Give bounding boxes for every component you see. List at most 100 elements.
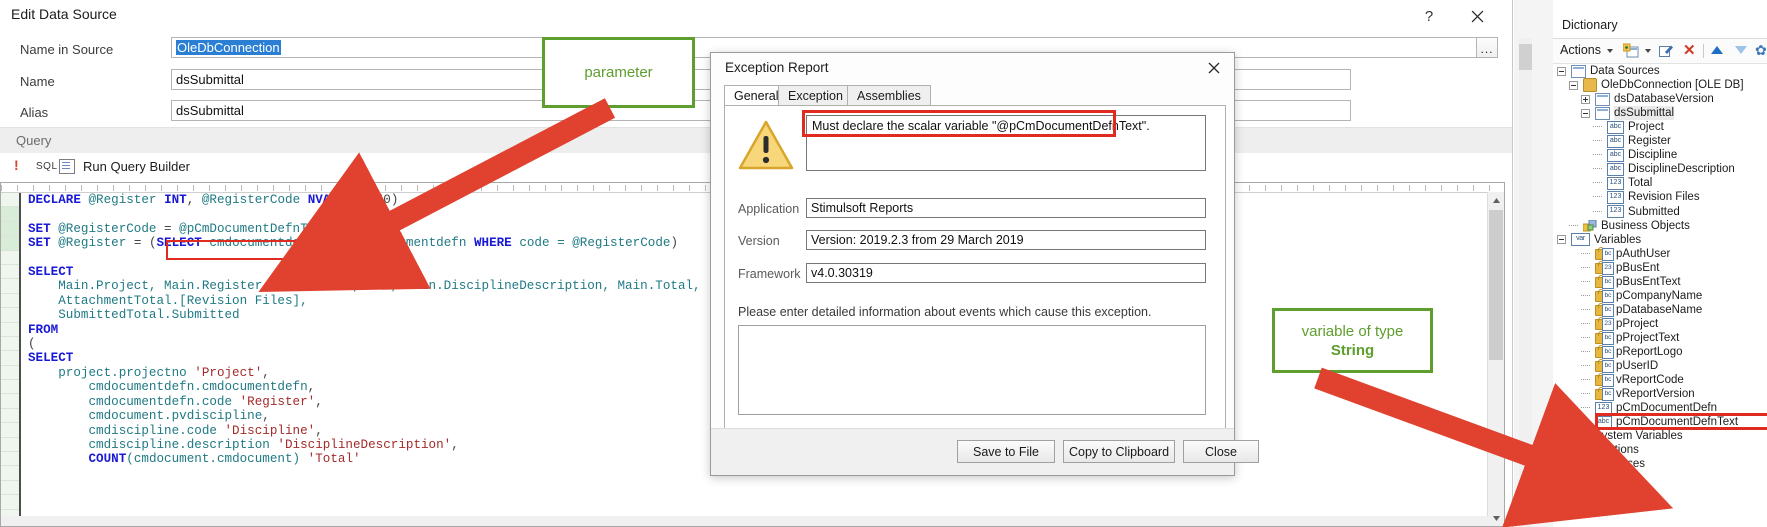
tree-node-puserid[interactable]: bc pUserID [1553, 359, 1767, 374]
tree-node-vreportversion[interactable]: bc vReportVersion [1553, 387, 1767, 402]
close-icon[interactable] [1199, 55, 1229, 80]
fold-cell[interactable] [1, 409, 19, 424]
tree-node-revision-files[interactable]: 123 Revision Files [1553, 190, 1767, 204]
tree-node-pcompanyname[interactable]: bc pCompanyName [1553, 288, 1767, 303]
fold-cell[interactable] [1, 193, 19, 208]
sql-fold-gutter[interactable] [1, 193, 20, 524]
fold-cell[interactable] [1, 323, 19, 337]
sql-horizontal-scrollbar[interactable] [1, 516, 1488, 526]
close-icon[interactable] [1460, 3, 1494, 29]
tree-node-label: pBusEntText [1616, 275, 1681, 288]
tree-node-dssubmittal[interactable]: dsSubmittal [1553, 106, 1767, 121]
delete-x-icon[interactable]: ✕ [1683, 43, 1696, 58]
tree-node-variables[interactable]: var Variables [1553, 233, 1767, 247]
tree-node-preportlogo[interactable]: bc pReportLogo [1553, 345, 1767, 359]
expand-icon[interactable] [1557, 445, 1566, 455]
close-button[interactable]: Close [1183, 440, 1259, 463]
tree-node-data-sources[interactable]: Data Sources [1553, 64, 1767, 78]
tree-node-resources[interactable]: Resources [1553, 457, 1767, 472]
input-framework[interactable]: v4.0.30319 [806, 263, 1206, 283]
fold-cell[interactable] [1, 466, 19, 481]
chevron-down-icon-2[interactable] [1645, 49, 1651, 53]
fold-cell[interactable] [1, 351, 19, 366]
tree-node-label: System Variables [1594, 430, 1683, 443]
tab-exception[interactable]: Exception [778, 85, 853, 106]
expand-icon[interactable] [1557, 459, 1566, 469]
sql-vertical-scrollbar[interactable] [1487, 192, 1504, 526]
save-to-file-button[interactable]: Save to File [957, 440, 1055, 463]
query-grid-icon[interactable] [59, 159, 75, 174]
help-button[interactable]: ? [1412, 3, 1446, 29]
fold-cell[interactable] [1, 207, 19, 222]
tree-node-register[interactable]: abc Register [1553, 134, 1767, 148]
collapse-icon[interactable] [1557, 66, 1566, 76]
fold-cell[interactable] [1, 265, 19, 280]
variable-annotation-line2: String [1330, 341, 1375, 359]
fold-cell[interactable] [1, 308, 19, 323]
tree-node-dsdatabaseversion[interactable]: dsDatabaseVersion [1553, 92, 1767, 106]
fold-cell[interactable] [1, 495, 19, 510]
tree-node-system-variables[interactable]: Σ# System Variables [1553, 429, 1767, 443]
fold-cell[interactable] [1, 337, 19, 352]
panel-splitter[interactable] [1514, 0, 1554, 527]
collapse-icon[interactable] [1569, 80, 1578, 90]
sql-mode-label[interactable]: SQL [36, 161, 58, 172]
actions-menu-button[interactable]: Actions [1560, 43, 1601, 57]
edit-icon[interactable] [1659, 43, 1674, 58]
fold-cell[interactable] [1, 366, 19, 381]
input-application[interactable]: Stimulsoft Reports [806, 198, 1206, 218]
tree-node-total[interactable]: 123 Total [1553, 176, 1767, 190]
tree-node-pauthuser[interactable]: bc pAuthUser [1553, 246, 1767, 261]
browse-button[interactable]: ... [1476, 37, 1498, 58]
expand-icon[interactable] [1557, 431, 1566, 441]
expand-icon[interactable] [1581, 94, 1590, 104]
fold-cell[interactable] [1, 481, 19, 496]
fold-cell[interactable] [1, 380, 19, 395]
tree-node-pbusenttext[interactable]: bc pBusEntText [1553, 274, 1767, 289]
fold-cell[interactable] [1, 423, 19, 438]
fold-cell[interactable] [1, 279, 19, 294]
fold-cell[interactable] [1, 452, 19, 467]
tab-assemblies[interactable]: Assemblies [847, 85, 931, 106]
tree-node-pdatabasename[interactable]: bc pDatabaseName [1553, 302, 1767, 317]
tree-node-project[interactable]: abc Project [1553, 120, 1767, 134]
fold-cell[interactable] [1, 394, 19, 409]
exception-dialog-title: Exception Report [725, 60, 829, 75]
copy-to-clipboard-button[interactable]: Copy to Clipboard [1063, 440, 1175, 463]
run-query-builder-button[interactable]: Run Query Builder [83, 159, 190, 174]
chevron-down-icon[interactable] [1607, 49, 1613, 53]
tree-node-business-objects[interactable]: Business Objects [1553, 219, 1767, 233]
gear-icon[interactable]: ✿ [1755, 43, 1767, 58]
tree-node-pcmdocumentdefntext[interactable]: abc pCmDocumentDefnText [1553, 415, 1767, 429]
scroll-up-icon[interactable] [1488, 192, 1504, 208]
fold-cell[interactable] [1, 438, 19, 453]
arrow-down-icon[interactable] [1735, 46, 1747, 54]
sql-scroll-thumb[interactable] [1489, 210, 1503, 360]
scroll-down-icon[interactable] [1488, 510, 1504, 526]
input-version[interactable]: Version: 2019.2.3 from 29 March 2019 [806, 230, 1206, 250]
tree-node-pbusent[interactable]: 23 pBusEnt [1553, 260, 1767, 275]
tree-node-functions[interactable]: fx Functions [1553, 443, 1767, 457]
tree-node-disciplinedescription[interactable]: abc DisciplineDescription [1553, 162, 1767, 176]
outer-scroll-thumb[interactable] [1519, 44, 1532, 70]
collapse-icon[interactable] [1557, 235, 1566, 245]
new-item-icon[interactable] [1623, 43, 1639, 58]
tree-node-label: dsSubmittal [1614, 106, 1675, 121]
dictionary-tree[interactable]: Data Sources OleDbConnection [OLE DB] dsDa… [1553, 64, 1767, 527]
arrow-up-icon[interactable] [1711, 46, 1723, 54]
tree-node-vreportcode[interactable]: bc vReportCode [1553, 373, 1767, 388]
tree-node-pcmdocumentdefn[interactable]: 123 pCmDocumentDefn [1553, 401, 1767, 415]
fold-cell[interactable] [1, 294, 19, 309]
detail-textarea[interactable] [738, 325, 1206, 415]
outer-vertical-scrollbar[interactable] [1519, 38, 1532, 527]
dictionary-panel: Dictionary Actions ✕ ✿ Data Sources OleDb… [1553, 0, 1767, 527]
fold-cell[interactable] [1, 236, 19, 251]
tree-node-pprojecttext[interactable]: bc pProjectText [1553, 330, 1767, 345]
fold-cell[interactable] [1, 221, 19, 237]
tree-node-submitted[interactable]: 123 Submitted [1553, 205, 1767, 219]
tree-node-oledbconnection-ole-db-[interactable]: OleDbConnection [OLE DB] [1553, 78, 1767, 93]
tree-node-discipline[interactable]: abc Discipline [1553, 148, 1767, 162]
fold-cell[interactable] [1, 251, 19, 265]
collapse-icon[interactable] [1581, 108, 1590, 118]
tree-node-pproject[interactable]: 23 pProject [1553, 316, 1767, 331]
